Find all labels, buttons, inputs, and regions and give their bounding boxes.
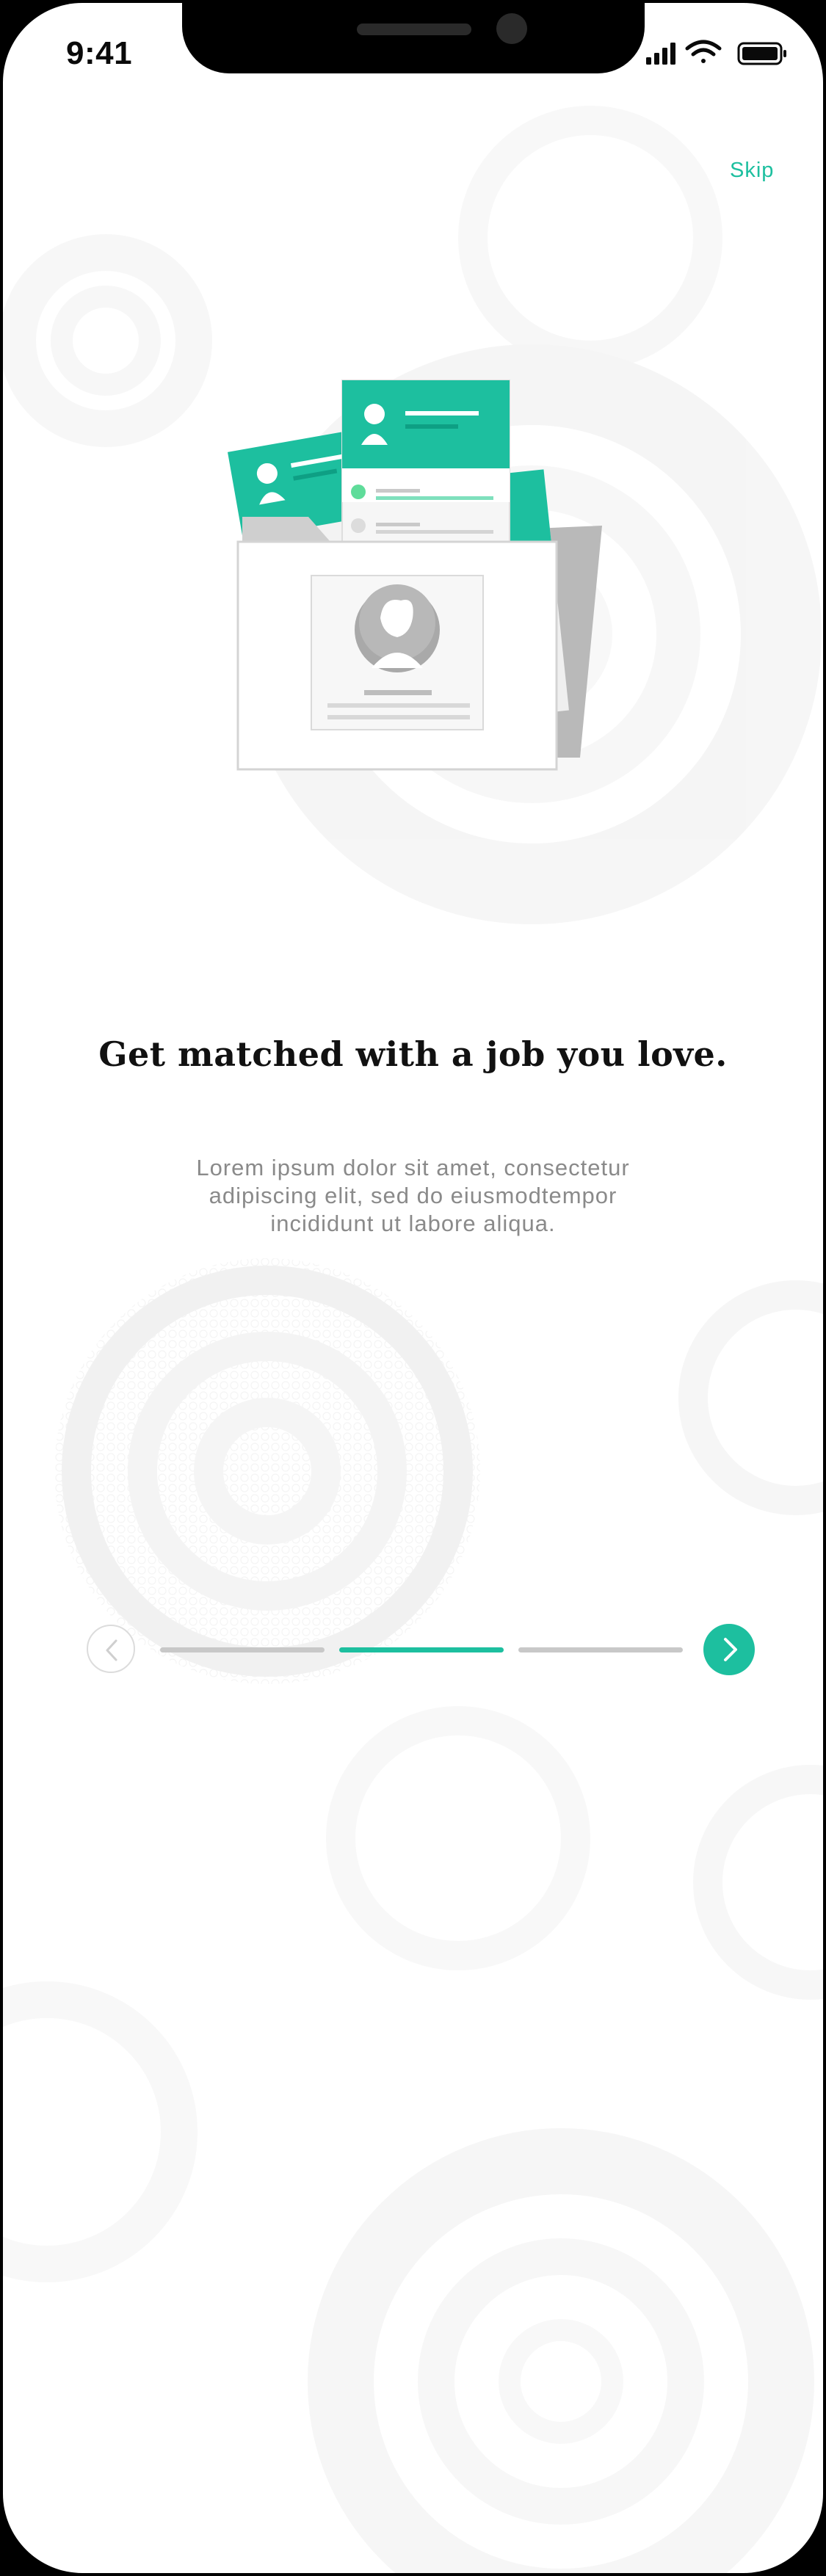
progress-step-3: [518, 1647, 683, 1652]
description-line: incididunt ut labore aliqua.: [270, 1211, 556, 1236]
speaker-grille: [357, 23, 471, 35]
skip-button[interactable]: Skip: [730, 159, 774, 183]
device-notch: [182, 3, 645, 73]
onboarding-description: Lorem ipsum dolor sit amet, consectetur …: [135, 1154, 691, 1238]
description-line: adipiscing elit, sed do eiusmodtempor: [209, 1183, 617, 1208]
progress-step-2: [339, 1647, 504, 1652]
onboarding-headline: Get matched with a job you love.: [98, 1034, 728, 1074]
previous-button[interactable]: [87, 1625, 135, 1673]
next-button[interactable]: [703, 1624, 755, 1675]
job-folder-illustration: [228, 380, 602, 771]
status-time: 9:41: [66, 35, 133, 71]
status-icons: [646, 40, 786, 65]
description-line: Lorem ipsum dolor sit amet, consectetur: [196, 1155, 630, 1180]
front-camera: [496, 13, 527, 44]
wifi-icon: [685, 40, 722, 63]
chevron-right-icon: [724, 1638, 737, 1661]
phone-screen: 9:41 Skip Get matched with a job you lov…: [3, 3, 823, 2573]
battery-icon: [737, 42, 786, 65]
chevron-left-icon: [106, 1639, 117, 1661]
progress-step-1: [160, 1647, 325, 1652]
cellular-signal-icon: [646, 43, 675, 65]
